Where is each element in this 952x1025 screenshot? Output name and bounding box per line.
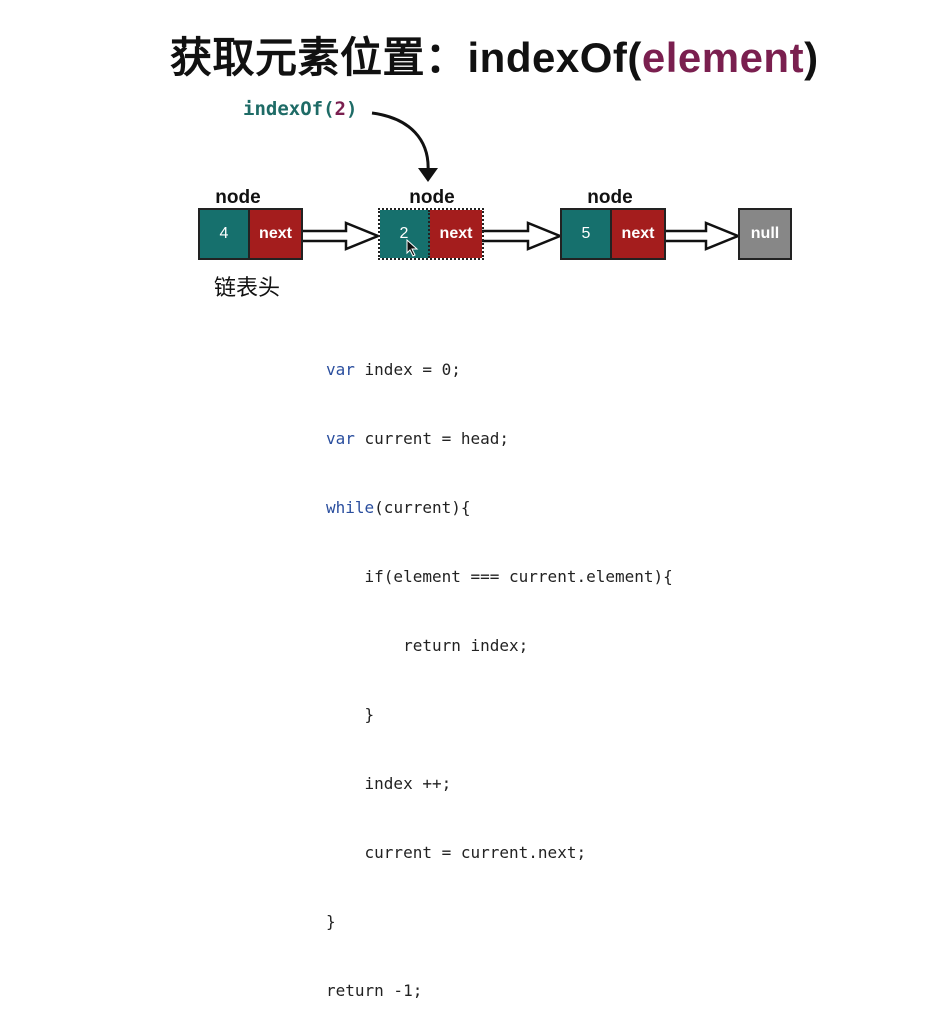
code-line-8: current = current.next; [326, 843, 587, 862]
node-next-3: next [612, 210, 664, 258]
code-line-6: } [326, 705, 375, 724]
mouse-cursor-icon [406, 239, 419, 257]
node-label-1: node [215, 187, 261, 208]
code-line-2: var current = head; [326, 429, 510, 448]
code-line-9: } [326, 912, 336, 931]
node-next-1: next [250, 210, 301, 258]
link-arrow-2 [476, 221, 564, 251]
code-block: var index = 0; var current = head; while… [326, 312, 673, 1025]
code-line-1: var index = 0; [326, 360, 461, 379]
node-value-1: 4 [200, 210, 250, 258]
code-line-3: while(current){ [326, 498, 471, 517]
code-line-5: return index; [326, 636, 529, 655]
node-label-2: node [409, 187, 455, 208]
link-arrow-1 [295, 221, 382, 251]
link-arrow-3 [656, 221, 742, 251]
pointer-arrow [371, 111, 430, 173]
node-value-3: 5 [562, 210, 612, 258]
list-node-2-highlighted: 2 next [378, 208, 484, 260]
code-line-7: index ++; [326, 774, 452, 793]
null-node: null [738, 208, 792, 260]
list-head-label: 链表头 [214, 275, 281, 300]
list-node-3: 5 next [560, 208, 666, 260]
code-line-10: return -1; [326, 981, 423, 1000]
list-node-1: 4 next [198, 208, 303, 260]
pointer-arrowhead [418, 168, 438, 182]
node-label-3: node [587, 187, 633, 208]
node-next-2: next [430, 210, 482, 258]
node-value-2: 2 [380, 210, 430, 258]
code-line-4: if(element === current.element){ [326, 567, 673, 586]
